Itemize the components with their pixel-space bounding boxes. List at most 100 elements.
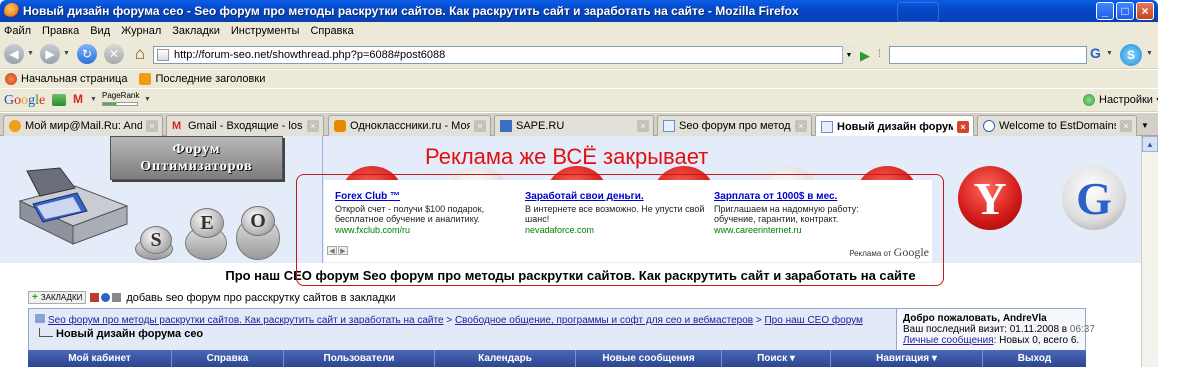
bookmark-home[interactable]: Начальная страница [5,73,127,85]
breadcrumb: Seo форум про методы раскрутки сайтов. К… [35,314,863,326]
tab-close-icon[interactable]: × [1120,120,1132,132]
social-bookmark-icon[interactable] [90,293,100,302]
news-icon[interactable] [52,94,66,106]
menu-view[interactable]: Вид [90,25,110,37]
menu-help[interactable]: Справка [310,25,353,37]
forward-history-drop-icon[interactable]: ▼ [63,50,70,57]
forward-icon[interactable]: ▶ [40,44,60,64]
close-button[interactable]: × [1136,2,1154,20]
social-bookmark-icon[interactable] [101,293,111,302]
tab-new-design[interactable]: Новый дизайн форума с... × [815,115,974,137]
go-icon[interactable]: ▶ [860,48,870,64]
url-input[interactable] [174,49,834,61]
menu-history[interactable]: Журнал [121,25,161,37]
skype-icon[interactable]: S [1120,44,1142,66]
nav-users[interactable]: Пользователи [284,350,435,367]
breadcrumb-link-section[interactable]: Свободное общение, программы и софт для … [455,315,753,326]
menu-tools[interactable]: Инструменты [231,25,300,37]
pagerank-widget[interactable]: PageRank [102,92,139,106]
forum-logo[interactable]: Форум Оптимизаторов [110,136,283,180]
breadcrumb-panel: Seo форум про методы раскрутки сайтов. К… [29,309,897,350]
home-icon[interactable]: ⌂ [130,44,150,64]
back-icon[interactable]: ◀ [4,44,24,64]
firefox-icon [4,3,20,19]
tab-mailru[interactable]: Мой мир@Mail.Ru: Andrew ... × [3,115,163,136]
nav-help[interactable]: Справка [172,350,284,367]
settings-icon [1083,94,1095,106]
current-thread: Новый дизайн форума сео [39,328,203,340]
menu-bar: Файл Правка Вид Журнал Закладки Инструме… [0,22,1158,39]
window-title: Новый дизайн форума сео - Seo форум про … [23,4,799,18]
tab-close-icon[interactable]: × [146,120,158,132]
yandex-icon[interactable]: Y [958,166,1022,230]
nav-navigation[interactable]: Навигация ▾ [831,350,983,367]
site-favicon-icon [157,49,169,61]
search-engine-icon[interactable]: G [1090,45,1101,61]
breadcrumb-link-home[interactable]: Seo форум про методы раскрутки сайтов. К… [48,315,444,326]
bookmark-row: + ЗАКЛАДКИ добавь seo форум про расскрут… [28,291,396,304]
url-history-dropdown-icon[interactable]: ▼ [842,46,855,64]
search-input[interactable] [889,46,1087,64]
pagerank-bar [102,102,138,106]
search-engine-drop-icon[interactable]: ▼ [1106,50,1113,57]
nav-my-cabinet[interactable]: Мой кабинет [28,350,172,367]
tab-odnoklassniki[interactable]: Одноклассники.ru - Моя с... × [328,115,491,136]
menu-edit[interactable]: Правка [42,25,79,37]
skype-drop-icon[interactable]: ▼ [1146,50,1153,57]
tab-gmail[interactable]: M Gmail - Входящие - losandr... × [166,115,324,136]
settings-button[interactable]: Настройки ▼ [1083,94,1162,106]
desktop-margin [1158,0,1187,367]
firefox-icon [5,73,17,85]
menu-bookmarks[interactable]: Закладки [172,25,220,37]
google-icon[interactable]: G [1062,166,1126,230]
private-messages-link[interactable]: Личные сообщения [903,335,994,346]
gmail-icon[interactable]: M [73,92,87,106]
social-bookmark-icon[interactable] [112,293,122,302]
minimize-button[interactable]: _ [1096,2,1114,20]
bookmarks-toolbar: Начальная страница Последние заголовки [0,70,1158,88]
scroll-up-icon[interactable]: ▲ [1142,136,1158,152]
reload-icon[interactable]: ↻ [77,44,97,64]
nav-calendar[interactable]: Календарь [435,350,576,367]
gmail-drop-icon[interactable]: ▼ [90,96,97,103]
bookmarks-button[interactable]: + ЗАКЛАДКИ [28,291,87,304]
address-bar[interactable] [153,46,855,64]
breadcrumb-link-subforum[interactable]: Про наш СЕО форум [764,315,862,326]
window-title-bar: Новый дизайн форума сео - Seo форум про … [0,0,1158,22]
odnoklassniki-icon [334,120,346,132]
mailru-icon [9,120,21,132]
coin-e-icon: E [190,208,224,238]
tray-ghost [897,2,939,22]
forum-navbar: Seo форум про методы раскрутки сайтов. К… [28,308,1095,351]
private-messages: Личные сообщения: Новых 0, всего 6. [903,335,1080,346]
tab-close-icon[interactable]: × [637,120,649,132]
tab-close-icon[interactable]: × [307,120,319,132]
tab-close-icon[interactable]: × [795,120,807,132]
tab-strip: Мой мир@Mail.Ru: Andrew ... × M Gmail - … [0,113,1158,137]
page-viewport: Форум Оптимизаторов S E O Y G Forex Club… [0,136,1141,367]
tree-branch-icon [39,328,53,337]
nav-logout[interactable]: Выход [983,350,1086,367]
nav-new-posts[interactable]: Новые сообщения [576,350,722,367]
gmail-icon: M [172,120,182,132]
tab-close-icon[interactable]: × [474,120,486,132]
vertical-scrollbar[interactable]: ▲ [1141,136,1158,367]
tab-list-icon[interactable]: ▼ [1141,121,1149,130]
plus-icon: + [32,292,38,303]
bookmark-label: Последние заголовки [155,73,266,85]
tab-estdomains[interactable]: Welcome to EstDomains × [977,115,1137,136]
stop-icon[interactable]: ✕ [104,44,124,64]
bookmark-latest-headlines[interactable]: Последние заголовки [139,73,265,85]
tab-sape[interactable]: SAPE.RU × [494,115,654,136]
globe-icon [983,120,995,132]
pagerank-drop-icon[interactable]: ▼ [144,96,151,103]
tab-seo-forum[interactable]: Seo форум про методы рас... × [657,115,812,136]
page-icon [821,120,833,133]
maximize-button[interactable]: □ [1116,2,1134,20]
tab-close-icon[interactable]: × [957,120,969,133]
menu-file[interactable]: Файл [4,25,31,37]
nav-search[interactable]: Поиск ▾ [722,350,831,367]
navigation-toolbar: ◀ ▼ ▶ ▼ ↻ ✕ ⌂ ▼ ▶ ⁞ G ▼ S ▼ [0,39,1158,69]
back-history-drop-icon[interactable]: ▼ [27,50,34,57]
google-logo[interactable]: Google [4,93,45,109]
